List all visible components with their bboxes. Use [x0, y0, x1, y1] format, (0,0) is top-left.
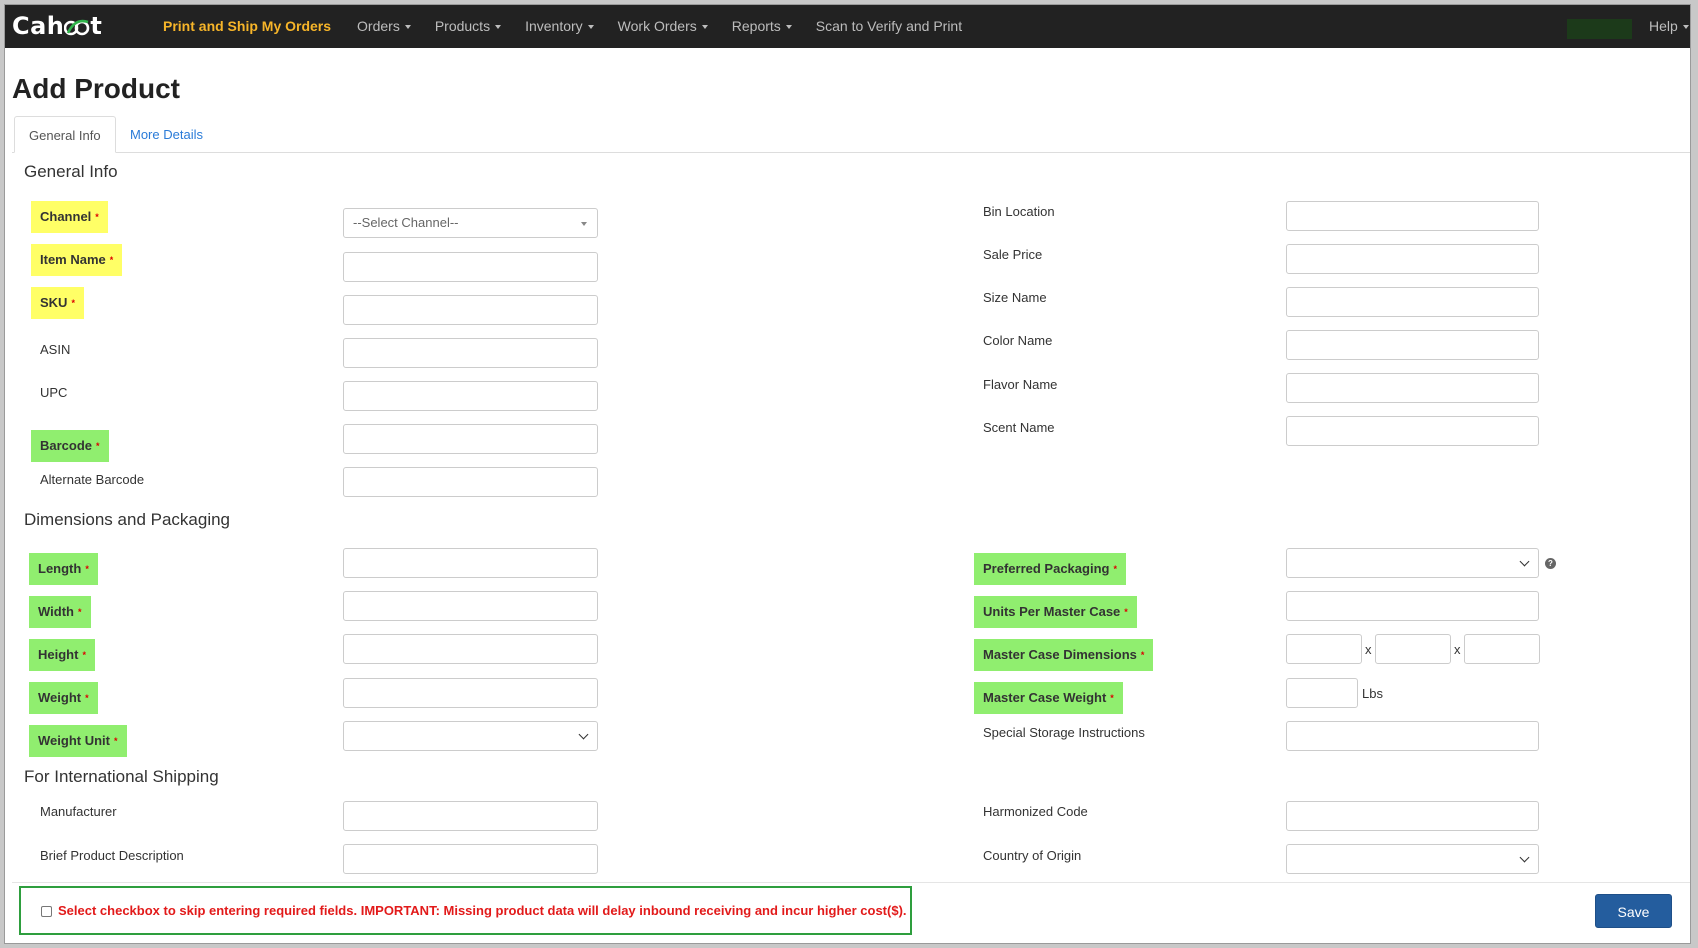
label-master-case-weight: Master Case Weight * [974, 682, 1123, 714]
caret-down-icon [495, 25, 502, 29]
chevron-down-icon [1519, 556, 1530, 567]
nav-print-and-ship[interactable]: Print and Ship My Orders [145, 5, 345, 48]
leaf-logo-icon [64, 19, 90, 36]
nav-work-orders[interactable]: Work Orders [606, 5, 720, 48]
caret-down-icon [1682, 25, 1689, 29]
label-alternate-barcode: Alternate Barcode [40, 472, 145, 487]
label-barcode: Barcode * [31, 430, 109, 462]
app-window: Cah t Print and Ship My Orders Orders Pro… [4, 4, 1691, 944]
brief-description-input[interactable] [343, 844, 598, 874]
label-bin-location: Bin Location [983, 204, 1055, 219]
master-case-width-input[interactable] [1375, 634, 1451, 664]
nav-inventory[interactable]: Inventory [513, 5, 606, 48]
item-name-input[interactable] [343, 252, 598, 282]
page-title: Add Product [12, 73, 180, 104]
label-color-name: Color Name [983, 333, 1053, 348]
color-name-input[interactable] [1286, 330, 1539, 360]
weight-unit-lbs: Lbs [1362, 686, 1383, 701]
save-button[interactable]: Save [1595, 894, 1672, 928]
nav-reports[interactable]: Reports [720, 5, 804, 48]
label-brief-description: Brief Product Description [40, 848, 184, 863]
country-of-origin-select[interactable] [1286, 844, 1539, 874]
label-units-per-master-case: Units Per Master Case * [974, 596, 1137, 628]
weight-input[interactable] [343, 678, 598, 708]
help-icon[interactable]: ? [1545, 558, 1556, 569]
sale-price-input[interactable] [1286, 244, 1539, 274]
scent-name-input[interactable] [1286, 416, 1539, 446]
nav-scan-to-verify[interactable]: Scan to Verify and Print [804, 5, 974, 48]
size-name-input[interactable] [1286, 287, 1539, 317]
section-general-info: General Info [24, 162, 118, 181]
label-sku: SKU * [31, 287, 84, 319]
user-account-block[interactable] [1567, 19, 1632, 39]
skip-required-message: Select checkbox to skip entering require… [58, 903, 907, 918]
footer-divider [12, 882, 1690, 883]
label-master-case-dimensions: Master Case Dimensions * [974, 639, 1154, 671]
weight-unit-select[interactable] [343, 721, 598, 751]
section-dimensions-packaging: Dimensions and Packaging [24, 510, 231, 529]
units-per-master-case-input[interactable] [1286, 591, 1539, 621]
label-sale-price: Sale Price [983, 247, 1043, 262]
manufacturer-input[interactable] [343, 801, 598, 831]
master-case-length-input[interactable] [1286, 634, 1362, 664]
caret-down-icon [581, 222, 587, 226]
tabs-divider [12, 152, 1690, 153]
nav-orders[interactable]: Orders [345, 5, 423, 48]
nav-products[interactable]: Products [423, 5, 513, 48]
height-input[interactable] [343, 634, 598, 664]
asin-input[interactable] [343, 338, 598, 368]
barcode-input[interactable] [343, 424, 598, 454]
caret-down-icon [587, 25, 594, 29]
nav-menu: Print and Ship My Orders Orders Products… [145, 5, 974, 48]
tab-general-info[interactable]: General Info [14, 116, 116, 153]
cahoot-logo[interactable]: Cah t [12, 12, 102, 40]
caret-down-icon [404, 25, 411, 29]
flavor-name-input[interactable] [1286, 373, 1539, 403]
label-length: Length * [29, 553, 98, 585]
width-input[interactable] [343, 591, 598, 621]
label-flavor-name: Flavor Name [983, 377, 1058, 392]
sku-input[interactable] [343, 295, 598, 325]
label-channel: Channel * [31, 201, 108, 233]
chevron-down-icon [578, 729, 589, 740]
channel-select[interactable]: --Select Channel-- [343, 208, 598, 238]
label-weight-unit: Weight Unit * [29, 725, 127, 757]
nav-help[interactable]: Help [1649, 5, 1689, 48]
label-country-of-origin: Country of Origin [983, 848, 1082, 863]
caret-down-icon [785, 25, 792, 29]
skip-required-notice: Select checkbox to skip entering require… [19, 886, 912, 935]
tab-more-details[interactable]: More Details [116, 116, 217, 153]
label-manufacturer: Manufacturer [40, 804, 117, 819]
chevron-down-icon [1519, 852, 1530, 863]
caret-down-icon [701, 25, 708, 29]
dimension-separator: x [1365, 642, 1372, 657]
label-width: Width * [29, 596, 91, 628]
upc-input[interactable] [343, 381, 598, 411]
preferred-packaging-select[interactable] [1286, 548, 1539, 578]
special-storage-input[interactable] [1286, 721, 1539, 751]
bin-location-input[interactable] [1286, 201, 1539, 231]
label-upc: UPC [40, 385, 68, 400]
length-input[interactable] [343, 548, 598, 578]
skip-required-checkbox[interactable] [41, 906, 52, 917]
top-navbar: Cah t Print and Ship My Orders Orders Pro… [5, 5, 1690, 48]
label-size-name: Size Name [983, 290, 1047, 305]
harmonized-code-input[interactable] [1286, 801, 1539, 831]
label-asin: ASIN [40, 342, 71, 357]
label-preferred-packaging: Preferred Packaging * [974, 553, 1126, 585]
alternate-barcode-input[interactable] [343, 467, 598, 497]
label-special-storage: Special Storage Instructions [983, 725, 1145, 740]
logo-text: Cah [12, 12, 65, 40]
master-case-weight-input[interactable] [1286, 678, 1358, 708]
section-international-shipping: For International Shipping [24, 767, 219, 786]
label-harmonized-code: Harmonized Code [983, 804, 1088, 819]
label-weight: Weight * [29, 682, 98, 714]
label-scent-name: Scent Name [983, 420, 1055, 435]
master-case-height-input[interactable] [1464, 634, 1540, 664]
dimension-separator: x [1454, 642, 1461, 657]
label-height: Height * [29, 639, 95, 671]
label-item-name: Item Name * [31, 244, 123, 276]
